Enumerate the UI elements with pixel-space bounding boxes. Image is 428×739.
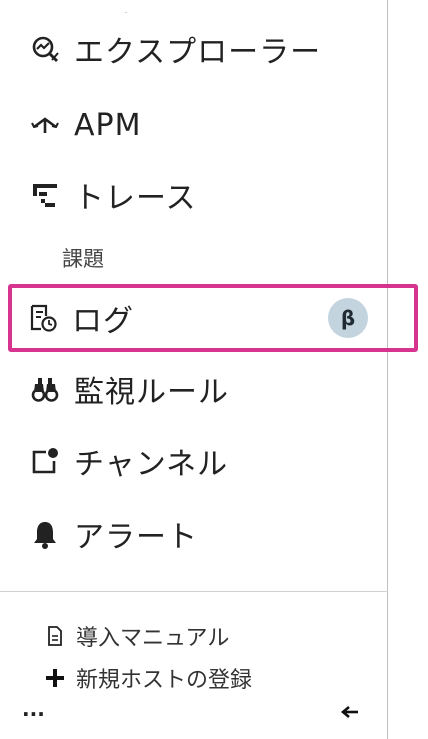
arrow-left-icon	[340, 705, 360, 724]
nav-item-explorer[interactable]: エクスプローラー	[10, 20, 386, 78]
bell-icon	[28, 519, 62, 549]
footer-label-manual: 導入マニュアル	[76, 626, 230, 651]
traces-icon	[28, 181, 62, 209]
nav-item-alerts[interactable]: アラート	[10, 505, 386, 563]
binoculars-icon	[28, 376, 62, 402]
nav-label-explorer: エクスプローラー	[74, 35, 322, 70]
nav-label-apm: APM	[74, 107, 142, 143]
logs-icon	[26, 303, 60, 333]
nav-label-logs: ログ	[72, 304, 134, 339]
nav-item-traces[interactable]: トレース	[10, 166, 386, 224]
footer-link-manual[interactable]: 導入マニュアル	[44, 620, 229, 652]
collapse-sidebar-button[interactable]	[340, 704, 360, 724]
divider	[0, 591, 388, 592]
scroll-hint	[125, 12, 127, 13]
document-icon	[44, 626, 66, 646]
nav-item-channels[interactable]: チャンネル	[10, 432, 386, 490]
section-header-issues: 課題	[62, 247, 104, 271]
nav-item-apm[interactable]: APM	[10, 96, 386, 154]
plus-icon	[44, 668, 66, 688]
explorer-icon	[28, 34, 62, 64]
channel-icon	[28, 446, 62, 476]
nav-label-channels: チャンネル	[74, 447, 229, 482]
nav-label-alert-rules: 監視ルール	[74, 375, 229, 410]
nav-label-traces: トレース	[74, 181, 197, 216]
apm-arrows-icon	[28, 113, 62, 137]
footer-link-register-host[interactable]: 新規ホストの登録	[44, 662, 252, 694]
nav-item-alert-rules[interactable]: 監視ルール	[10, 360, 386, 418]
nav-item-logs[interactable]: ログ β	[8, 284, 418, 352]
footer-label-register-host: 新規ホストの登録	[76, 668, 253, 693]
more-menu-button[interactable]: ···	[22, 702, 45, 726]
nav-label-alerts: アラート	[74, 520, 198, 555]
sidebar: エクスプローラー APM トレース 課題 ログ β 監視ルール チャンネル アラ…	[0, 0, 418, 739]
beta-badge: β	[328, 298, 368, 338]
